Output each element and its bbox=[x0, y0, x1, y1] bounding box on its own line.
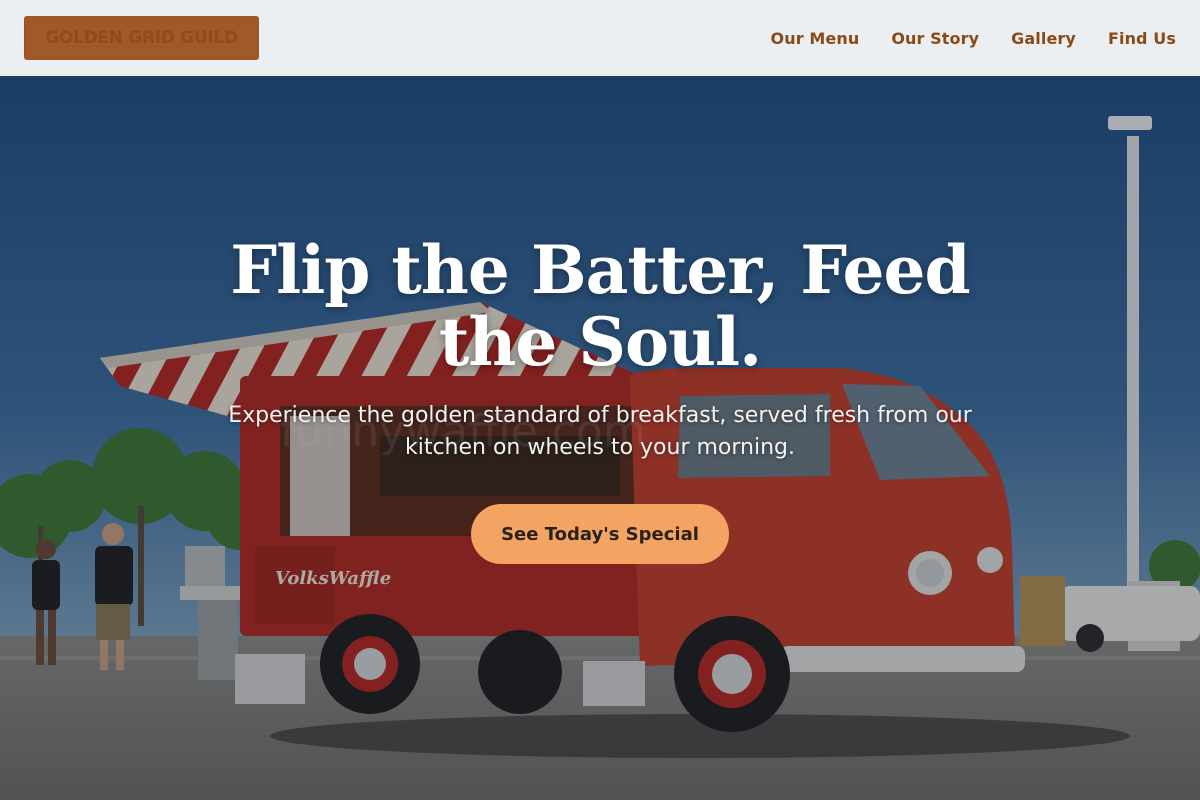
nav-link-gallery[interactable]: Gallery bbox=[1011, 29, 1076, 48]
logo-text: GOLDEN GRID GUILD bbox=[45, 28, 238, 48]
nav-link-our-story[interactable]: Our Story bbox=[891, 29, 979, 48]
nav-link-our-menu[interactable]: Our Menu bbox=[771, 29, 860, 48]
hero-section: VolksWaffle funnywaffle.com Flip the Bat… bbox=[0, 76, 1200, 800]
nav-link-find-us[interactable]: Find Us bbox=[1108, 29, 1176, 48]
main-nav: Our Menu Our Story Gallery Find Us bbox=[771, 29, 1176, 48]
see-todays-special-button[interactable]: See Today's Special bbox=[471, 504, 729, 564]
hero-subtitle: Experience the golden standard of breakf… bbox=[228, 403, 972, 460]
hero-content: Flip the Batter, Feed the Soul. Experien… bbox=[0, 76, 1200, 800]
site-header: GOLDEN GRID GUILD Our Menu Our Story Gal… bbox=[0, 0, 1200, 76]
site-logo[interactable]: GOLDEN GRID GUILD bbox=[24, 16, 259, 60]
hero-title: Flip the Batter, Feed the Soul. bbox=[230, 231, 970, 381]
